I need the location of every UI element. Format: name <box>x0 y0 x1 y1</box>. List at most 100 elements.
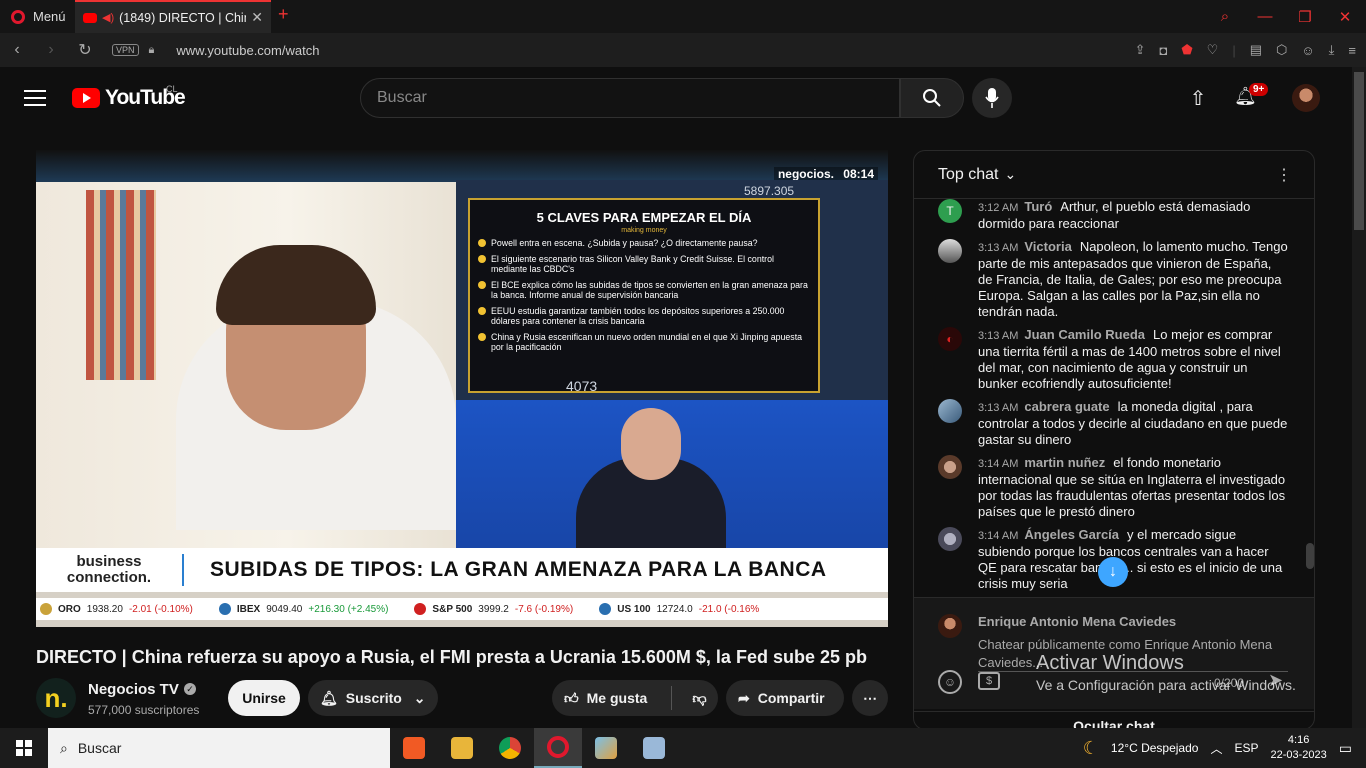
chat-avatar[interactable] <box>938 399 962 423</box>
thumbs-up-icon[interactable]: 👍︎ <box>564 690 579 707</box>
weather-moon-icon[interactable]: ☾ <box>1083 738 1099 759</box>
slide-bullet: China y Rusia escenifican un nuevo orden… <box>478 332 810 352</box>
new-tab-button[interactable]: + <box>278 4 289 25</box>
chat-scrollbar[interactable] <box>1306 543 1314 569</box>
chat-author[interactable]: Juan Camilo Rueda <box>1024 327 1145 342</box>
subscribed-button[interactable]: 🔔︎ Suscrito ⌄ <box>308 680 438 716</box>
bell-icon: 🔔︎ <box>320 689 338 706</box>
video-inset-speaker-face <box>621 408 681 480</box>
file-explorer-icon[interactable] <box>438 728 486 768</box>
ticker-change: -7.6 (-0.19%) <box>514 603 574 615</box>
easy-setup-icon[interactable]: ≡ <box>1348 43 1356 58</box>
super-chat-dollar-icon[interactable]: $ <box>978 672 1000 690</box>
brave-app-icon[interactable] <box>390 728 438 768</box>
opera-app-icon[interactable] <box>534 728 582 768</box>
start-button[interactable] <box>0 728 48 768</box>
account-avatar[interactable] <box>1292 84 1320 112</box>
paint-app-icon[interactable] <box>582 728 630 768</box>
voice-search-button[interactable] <box>972 78 1012 118</box>
search-tabs-icon[interactable]: ⌕ <box>1205 0 1245 33</box>
more-actions-button[interactable]: ⋯ <box>852 680 888 716</box>
chevron-down-icon: ⌄ <box>413 689 426 706</box>
taskbar-search[interactable]: ⌕ Buscar <box>48 728 390 768</box>
page-scrollbar-thumb[interactable] <box>1354 72 1364 230</box>
chat-time: 3:13 AM <box>978 330 1019 342</box>
chat-menu-dots-icon[interactable]: ⋮ <box>1276 165 1292 185</box>
chat-avatar[interactable] <box>938 527 962 551</box>
notepad-app-icon[interactable] <box>630 728 678 768</box>
forward-icon[interactable]: › <box>34 33 68 67</box>
ticker-change: +216.30 (+2.45%) <box>308 603 389 615</box>
profile-icon[interactable]: ☺ <box>1301 43 1314 58</box>
region-code: CL <box>166 84 178 94</box>
adblock-shield-icon[interactable]: ⬟ <box>1181 42 1192 58</box>
upload-icon[interactable]: ⇧ <box>1184 86 1212 110</box>
more-dots-icon: ⋯ <box>863 689 877 706</box>
chat-avatar[interactable]: ◐ <box>938 327 962 351</box>
back-icon[interactable]: ‹ <box>0 33 34 67</box>
tab-close-icon[interactable]: ✕ <box>251 9 263 26</box>
video-bookshelf <box>86 190 156 380</box>
slide-bullet: Powell entra en escena. ¿Subida y pausa?… <box>478 238 810 248</box>
wallet-icon[interactable]: ▤ <box>1250 42 1262 58</box>
chat-author[interactable]: Turó <box>1024 199 1052 214</box>
emoji-icon[interactable]: ☺ <box>938 670 962 694</box>
chevron-down-icon[interactable]: ⌄ <box>1004 166 1016 183</box>
chat-time: 3:14 AM <box>978 530 1019 542</box>
share-label: Compartir <box>757 690 825 706</box>
ticker-name: ORO <box>58 603 81 615</box>
like-divider <box>671 686 673 710</box>
lock-icon[interactable]: 🔒︎ <box>149 44 155 57</box>
favorite-heart-icon[interactable]: ♡ <box>1207 42 1219 58</box>
weather-text[interactable]: 12°C Despejado <box>1111 741 1199 755</box>
thumbs-down-icon[interactable]: 👎︎ <box>692 690 706 707</box>
chat-avatar[interactable] <box>938 239 962 263</box>
reload-icon[interactable]: ↻ <box>68 33 102 67</box>
chat-time: 3:13 AM <box>978 402 1019 414</box>
system-tray: ☾ 12°C Despejado ︿ ESP 4:16 22-03-2023 ▭ <box>1083 728 1366 768</box>
close-window-button[interactable]: ✕ <box>1325 0 1365 33</box>
minimize-button[interactable]: — <box>1245 0 1285 33</box>
ticker-value: 12724.0 <box>656 603 693 615</box>
search-input[interactable]: Buscar <box>360 78 900 118</box>
chrome-app-icon[interactable] <box>486 728 534 768</box>
share-arrow-icon: ➦ <box>738 689 750 706</box>
browser-tab-active[interactable]: ◀) (1849) DIRECTO | China ✕ <box>75 0 271 33</box>
cube-icon[interactable]: ⬡ <box>1276 42 1287 58</box>
chat-mode-label[interactable]: Top chat <box>938 166 998 184</box>
hamburger-menu-icon[interactable] <box>24 90 46 106</box>
notifications-icon[interactable]: ▭ <box>1339 740 1352 757</box>
taskbar-search-placeholder: Buscar <box>77 740 122 756</box>
scroll-to-latest-button[interactable]: ↓ <box>1098 557 1128 587</box>
like-label[interactable]: Me gusta <box>587 690 648 706</box>
speaker-icon[interactable]: ◀) <box>102 11 114 24</box>
snapshot-icon[interactable]: ◘ <box>1160 43 1168 58</box>
clock-time: 4:16 <box>1287 734 1310 746</box>
download-icon[interactable]: ⤓ <box>1329 42 1335 58</box>
chat-header[interactable]: Top chat ⌄ <box>914 151 1314 199</box>
opera-menu-button[interactable]: Menú <box>0 0 74 33</box>
chat-avatar[interactable] <box>938 455 962 479</box>
chat-author[interactable]: Ángeles García <box>1024 527 1119 542</box>
chat-user-name: Enrique Antonio Mena Caviedes <box>978 614 1177 629</box>
search-icon: ⌕ <box>60 739 68 756</box>
url-field[interactable]: www.youtube.com/watch <box>176 43 319 58</box>
chat-author[interactable]: Victoria <box>1024 239 1071 254</box>
search-button[interactable] <box>900 78 964 118</box>
join-button[interactable]: Unirse <box>228 680 300 716</box>
slide-title: 5 CLAVES PARA EMPEZAR EL DÍA <box>536 210 752 225</box>
language-indicator[interactable]: ESP <box>1234 741 1258 755</box>
tray-chevron-icon[interactable]: ︿ <box>1210 740 1222 757</box>
channel-name[interactable]: Negocios TV <box>88 681 179 698</box>
share-button[interactable]: ➦ Compartir <box>726 680 844 716</box>
channel-avatar[interactable]: n. <box>36 678 76 718</box>
chat-avatar[interactable]: T <box>938 199 962 223</box>
vpn-badge[interactable]: VPN <box>112 44 139 56</box>
maximize-button[interactable]: ❐ <box>1285 0 1325 33</box>
clock[interactable]: 4:16 22-03-2023 <box>1270 733 1326 763</box>
video-player[interactable]: negocios. 08:14 5897.305 5 CLAVES PARA E… <box>36 150 888 627</box>
chat-author[interactable]: martin nuñez <box>1024 455 1105 470</box>
share-page-icon[interactable]: ⇪ <box>1135 42 1146 58</box>
chat-author[interactable]: cabrera guate <box>1024 399 1109 414</box>
chat-text: Arthur, el pueblo está demasiado dormido… <box>978 199 1251 231</box>
